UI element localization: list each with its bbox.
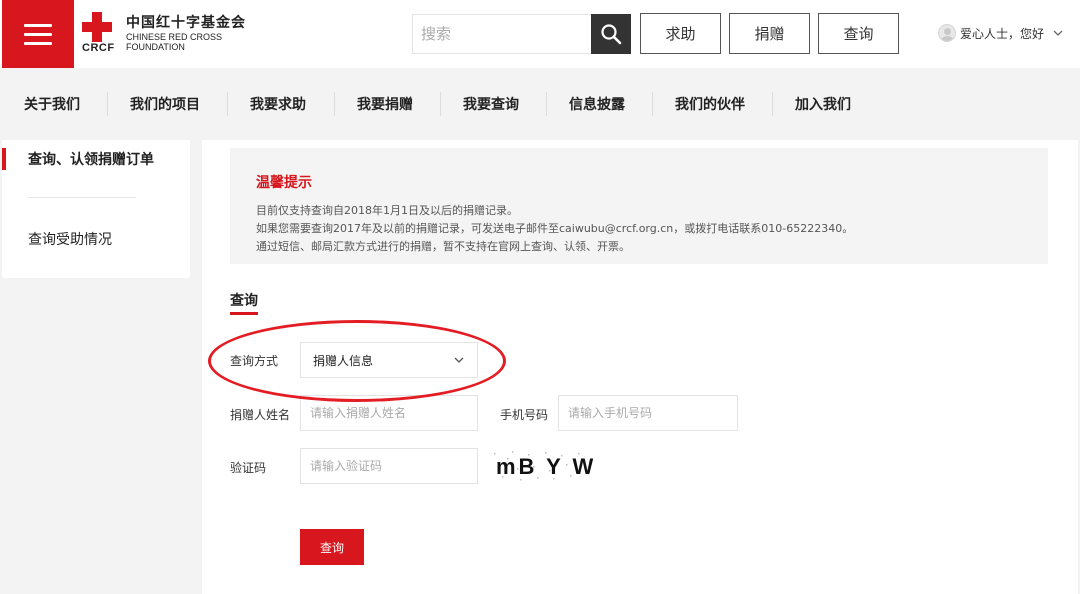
sidebar-active-indicator	[2, 148, 6, 170]
nav-divider	[107, 92, 108, 116]
user-menu[interactable]: 爱心人士，您好	[938, 23, 1064, 43]
notice-line: 目前仅支持查询自2018年1月1日及以后的捐赠记录。	[256, 204, 518, 217]
query-method-value: 捐赠人信息	[313, 353, 374, 368]
nav-divider	[334, 92, 335, 116]
logo[interactable]: CRCF 中国红十字基金会 CHINESE RED CROSS FOUNDATI…	[82, 10, 252, 58]
donor-name-input[interactable]	[300, 395, 478, 431]
chevron-down-icon	[454, 357, 464, 363]
logo-en-name-line2: FOUNDATION	[126, 42, 185, 52]
nav-item-partners[interactable]: 我们的伙伴	[675, 68, 745, 140]
query-section-title: 查询	[230, 293, 258, 309]
user-avatar-icon	[938, 24, 956, 42]
submit-query-button[interactable]: 查询	[300, 529, 364, 565]
donor-name-label: 捐赠人姓名	[230, 408, 291, 422]
notice-box: 温馨提示 目前仅支持查询自2018年1月1日及以后的捐赠记录。 如果您需要查询2…	[230, 148, 1048, 264]
nav-item-donate[interactable]: 我要捐赠	[357, 68, 413, 140]
nav-divider	[227, 92, 228, 116]
query-title-underline	[230, 312, 258, 315]
phone-label: 手机号码	[500, 408, 549, 422]
search-icon	[601, 24, 622, 45]
help-button[interactable]: 求助	[640, 13, 721, 54]
logo-cn-name: 中国红十字基金会	[126, 15, 246, 31]
nav-divider	[546, 92, 547, 116]
nav-item-disclosure[interactable]: 信息披露	[569, 68, 625, 140]
captcha-input[interactable]	[300, 448, 478, 484]
sidebar-item-aid-status[interactable]: 查询受助情况	[28, 229, 112, 249]
notice-line: 如果您需要查询2017年及以前的捐赠记录，可发送电子邮件至caiwubu@crc…	[256, 222, 854, 235]
donate-button[interactable]: 捐赠	[729, 13, 810, 54]
phone-input[interactable]	[558, 395, 738, 431]
query-method-select[interactable]: 捐赠人信息	[300, 342, 478, 378]
nav-divider	[772, 92, 773, 116]
search-button[interactable]	[591, 14, 631, 54]
captcha-label: 验证码	[230, 461, 267, 475]
captcha-image[interactable]: mB Y W	[490, 448, 593, 484]
nav-item-join[interactable]: 加入我们	[795, 68, 851, 140]
main-panel: 温馨提示 目前仅支持查询自2018年1月1日及以后的捐赠记录。 如果您需要查询2…	[202, 140, 1078, 594]
nav-divider	[652, 92, 653, 116]
menu-icon[interactable]	[2, 0, 74, 68]
sidebar-divider	[28, 197, 136, 198]
user-greeting: 爱心人士，您好	[960, 26, 1045, 41]
logo-en-name-line1: CHINESE RED CROSS	[126, 32, 223, 42]
chevron-down-icon	[1053, 30, 1063, 36]
nav-divider	[440, 92, 441, 116]
query-button[interactable]: 查询	[818, 13, 899, 54]
nav-item-about[interactable]: 关于我们	[24, 68, 80, 140]
query-method-label: 查询方式	[230, 354, 279, 368]
captcha-text: mB Y W	[496, 454, 597, 479]
nav-item-query[interactable]: 我要查询	[463, 68, 519, 140]
notice-title: 温馨提示	[256, 175, 312, 191]
logo-abbr: CRCF	[82, 42, 115, 54]
nav-item-projects[interactable]: 我们的项目	[130, 68, 200, 140]
sidebar: 查询、认领捐赠订单 查询受助情况	[2, 140, 190, 278]
search-input[interactable]	[412, 14, 592, 54]
header: CRCF 中国红十字基金会 CHINESE RED CROSS FOUNDATI…	[0, 0, 1080, 68]
red-cross-icon	[82, 12, 112, 42]
nav-item-seek-help[interactable]: 我要求助	[250, 68, 306, 140]
main-nav: 关于我们 我们的项目 我要求助 我要捐赠 我要查询 信息披露 我们的伙伴 加入我…	[0, 68, 1080, 140]
sidebar-item-donation-orders[interactable]: 查询、认领捐赠订单	[28, 149, 154, 169]
notice-line: 通过短信、邮局汇款方式进行的捐赠，暂不支持在官网上查询、认领、开票。	[256, 240, 630, 253]
